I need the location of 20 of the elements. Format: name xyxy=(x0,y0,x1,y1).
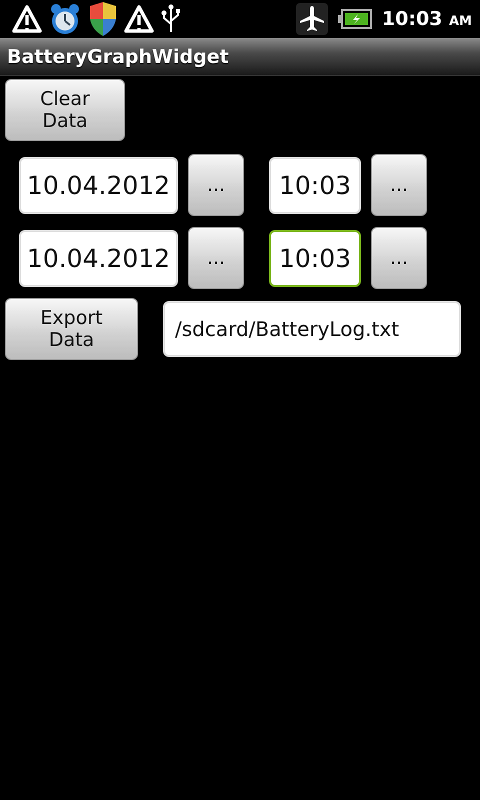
clear-data-button[interactable]: Clear Data xyxy=(5,79,125,141)
warning-icon xyxy=(124,4,154,34)
date-picker-button[interactable]: ... xyxy=(188,154,244,216)
usb-icon xyxy=(160,4,182,34)
date-field[interactable]: 10.04.2012 xyxy=(19,156,178,214)
date-field[interactable]: 10.04.2012 xyxy=(19,230,178,286)
time-field[interactable]: 10:03 xyxy=(269,230,361,286)
date-picker-button[interactable]: ... xyxy=(188,227,244,289)
battery-charging-icon xyxy=(338,9,372,29)
app-title: BatteryGraphWidget xyxy=(7,46,229,68)
file-path-field[interactable]: /sdcard/BatteryLog.txt xyxy=(163,301,461,357)
alarm-clock-icon xyxy=(48,2,82,36)
time-picker-button[interactable]: ... xyxy=(371,154,427,216)
time-field[interactable]: 10:03 xyxy=(269,156,361,214)
export-data-button[interactable]: Export Data xyxy=(5,298,138,360)
warning-icon xyxy=(12,4,42,34)
shield-icon xyxy=(88,2,118,36)
time-picker-button[interactable]: ... xyxy=(371,227,427,289)
clock-time: 10:03 AM xyxy=(382,8,472,30)
airplane-icon xyxy=(296,3,328,35)
